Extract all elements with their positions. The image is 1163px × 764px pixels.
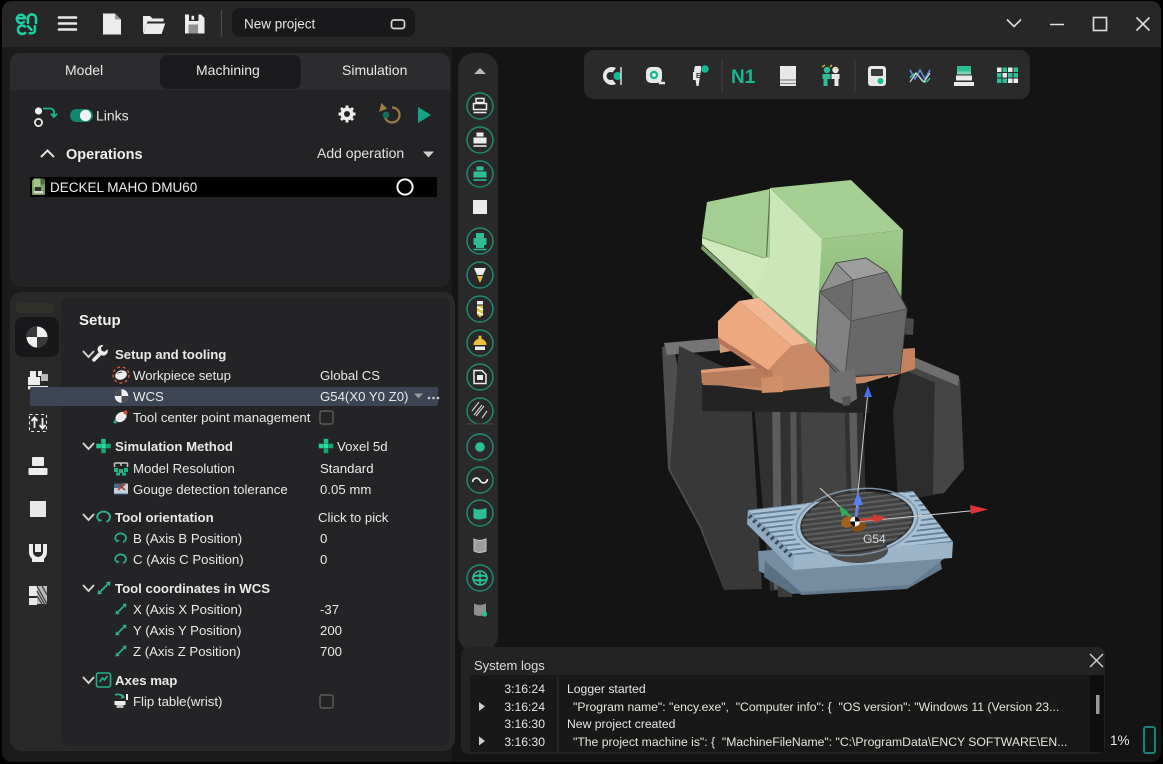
svg-text:"The project machine is": { ": "The project machine is": { "MachineFile… xyxy=(573,735,1067,749)
svg-text:Setup and tooling: Setup and tooling xyxy=(115,347,226,362)
svg-text:0.05 mm: 0.05 mm xyxy=(320,482,371,497)
svg-text:Tool coordinates in WCS: Tool coordinates in WCS xyxy=(115,581,270,596)
svg-text:Flip table(wrist): Flip table(wrist) xyxy=(133,694,222,709)
svg-text:700: 700 xyxy=(320,644,342,659)
svg-text:Global CS: Global CS xyxy=(320,368,380,383)
svg-text:New project: New project xyxy=(244,17,316,32)
svg-text:200: 200 xyxy=(320,623,342,638)
svg-text:0: 0 xyxy=(320,552,327,567)
svg-text:Axes map: Axes map xyxy=(115,673,177,688)
svg-text:Operations: Operations xyxy=(66,147,143,163)
svg-text:Links: Links xyxy=(96,108,129,124)
svg-text:B (Axis B Position): B (Axis B Position) xyxy=(133,531,242,546)
svg-text:3:16:30: 3:16:30 xyxy=(504,735,545,749)
svg-text:0: 0 xyxy=(320,531,327,546)
svg-text:Click to pick: Click to pick xyxy=(318,510,389,525)
svg-text:G54(X0 Y0 Z0): G54(X0 Y0 Z0) xyxy=(320,389,408,404)
svg-text:Gouge detection tolerance: Gouge detection tolerance xyxy=(133,482,288,497)
svg-text:3:16:24: 3:16:24 xyxy=(504,682,545,696)
svg-text:Voxel 5d: Voxel 5d xyxy=(337,439,388,454)
svg-text:New project created: New project created xyxy=(567,717,675,731)
svg-text:N1: N1 xyxy=(731,67,756,88)
svg-text:Add operation: Add operation xyxy=(317,145,404,161)
svg-text:Y (Axis Y Position): Y (Axis Y Position) xyxy=(133,623,241,638)
svg-text:Workpiece setup: Workpiece setup xyxy=(133,368,231,383)
svg-text:X (Axis X Position): X (Axis X Position) xyxy=(133,602,242,617)
svg-text:G54: G54 xyxy=(863,532,886,546)
svg-text:Z (Axis Z Position): Z (Axis Z Position) xyxy=(133,644,241,659)
svg-text:E: E xyxy=(696,73,701,80)
svg-text:Tool center point management: Tool center point management xyxy=(133,410,311,425)
svg-text:C (Axis C Position): C (Axis C Position) xyxy=(133,552,244,567)
svg-text:System logs: System logs xyxy=(474,658,545,673)
svg-text:Logger started: Logger started xyxy=(567,682,646,696)
svg-text:Setup: Setup xyxy=(79,312,121,329)
svg-text:-37: -37 xyxy=(320,602,339,617)
svg-text:3:16:24: 3:16:24 xyxy=(504,700,545,714)
svg-text:Model Resolution: Model Resolution xyxy=(133,461,235,476)
svg-text:3:16:30: 3:16:30 xyxy=(504,717,545,731)
svg-text:Simulation Method: Simulation Method xyxy=(115,439,233,454)
svg-text:Standard: Standard xyxy=(320,461,374,476)
svg-text:DECKEL MAHO DMU60: DECKEL MAHO DMU60 xyxy=(50,180,197,195)
svg-text:Tool orientation: Tool orientation xyxy=(115,510,214,525)
svg-text:"Program name": "ency.exe", ": "Program name": "ency.exe", "Computer in… xyxy=(573,700,1059,714)
svg-text:WCS: WCS xyxy=(133,389,164,404)
